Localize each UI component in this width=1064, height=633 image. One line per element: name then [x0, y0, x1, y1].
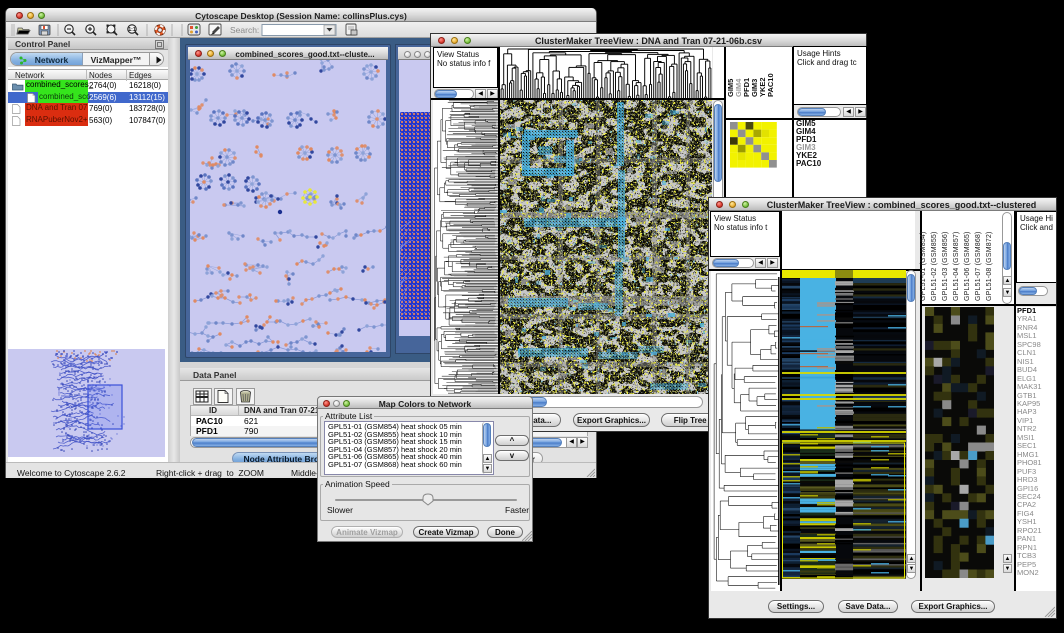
- svg-text:1:1: 1:1: [128, 27, 135, 33]
- svg-text:Search:: Search:: [230, 25, 259, 35]
